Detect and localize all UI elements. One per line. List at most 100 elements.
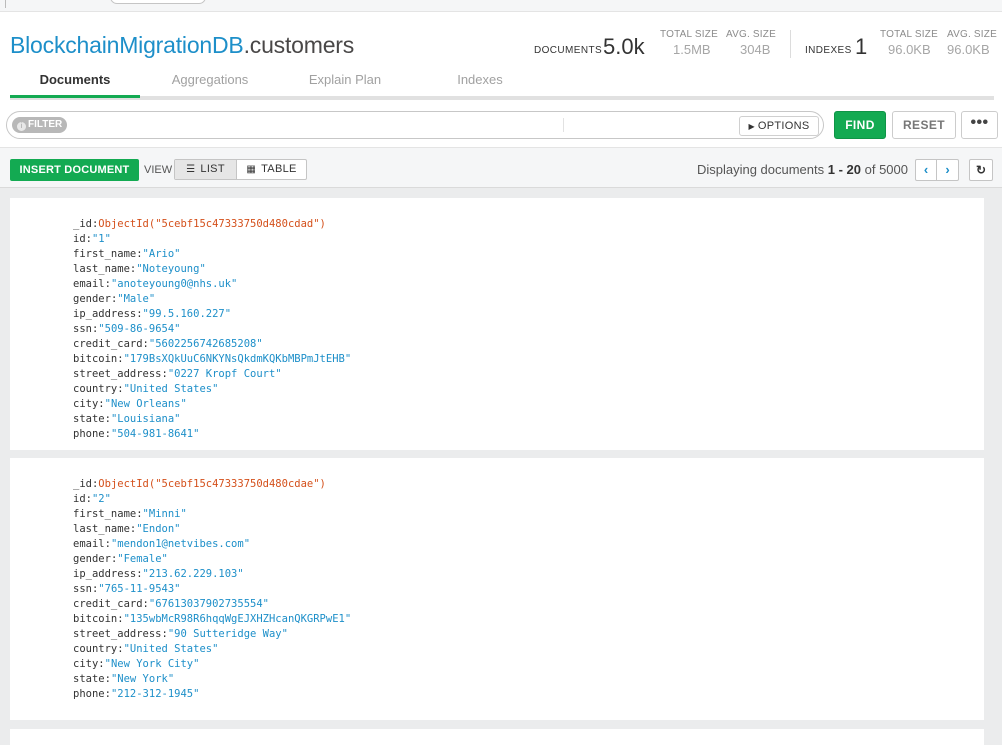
previous-page-button[interactable]: ‹ <box>915 159 937 181</box>
field-key: ip_address <box>73 308 137 320</box>
info-icon: i <box>17 122 26 131</box>
document-field-row[interactable]: street_address:"0227 Kropf Court" <box>73 367 351 382</box>
document-field-row[interactable]: ip_address:"213.62.229.103" <box>73 567 351 582</box>
document-field-row[interactable]: country:"United States" <box>73 382 351 397</box>
more-options-button[interactable]: ••• <box>961 111 998 139</box>
document-fields: _id:ObjectId("5cebf15c47333750d480cdae")… <box>73 477 351 702</box>
filter-chip: i FILTER <box>12 117 68 133</box>
field-value: "Louisiana" <box>110 413 181 425</box>
field-value: "anoteyoung0@nhs.uk" <box>110 278 238 290</box>
field-key: email <box>73 278 105 290</box>
document-field-row[interactable]: phone:"504-981-8641" <box>73 427 351 442</box>
document-field-row[interactable]: country:"United States" <box>73 642 351 657</box>
document-field-row[interactable]: gender:"Female" <box>73 552 351 567</box>
document-field-row[interactable]: _id:ObjectId("5cebf15c47333750d480cdad") <box>73 217 351 232</box>
doc-avg-size: 304B <box>740 42 771 57</box>
tab-documents[interactable]: Documents <box>10 70 140 98</box>
document-field-row[interactable]: ssn:"509-86-9654" <box>73 322 351 337</box>
document-card[interactable] <box>10 729 984 745</box>
document-field-row[interactable]: state:"Louisiana" <box>73 412 351 427</box>
idx-total-size-label: TOTAL SIZE <box>880 29 938 40</box>
doc-total-size-label: TOTAL SIZE <box>660 29 718 40</box>
document-field-row[interactable]: bitcoin:"179BsXQkUuC6NKYNsQkdmKQKbMBPmJt… <box>73 352 351 367</box>
document-field-row[interactable]: phone:"212-312-1945" <box>73 687 351 702</box>
next-page-button[interactable]: › <box>937 159 959 181</box>
filter-label: FILTER <box>28 119 63 130</box>
document-field-row[interactable]: last_name:"Noteyoung" <box>73 262 351 277</box>
field-key: country <box>73 643 118 655</box>
paging-total: 5000 <box>879 162 908 177</box>
field-value: "Minni" <box>142 508 187 520</box>
table-label: TABLE <box>261 163 297 175</box>
filter-divider <box>563 118 564 132</box>
document-field-row[interactable]: city:"New York City" <box>73 657 351 672</box>
field-value: "99.5.160.227" <box>142 308 232 320</box>
document-field-row[interactable]: credit_card:"5602256742685208" <box>73 337 351 352</box>
options-button[interactable]: ▶ OPTIONS <box>739 116 819 136</box>
tab-aggregations[interactable]: Aggregations <box>145 70 275 98</box>
find-button[interactable]: FIND <box>834 111 886 139</box>
document-field-row[interactable]: ip_address:"99.5.160.227" <box>73 307 351 322</box>
table-icon: ▦ <box>246 164 257 175</box>
list-view-button[interactable]: ☰ LIST <box>175 160 237 179</box>
tab-explain-plan[interactable]: Explain Plan <box>280 70 410 98</box>
idx-total-size: 96.0KB <box>888 42 931 57</box>
database-name-link[interactable]: BlockchainMigrationDB <box>10 32 244 58</box>
insert-document-button[interactable]: INSERT DOCUMENT <box>10 159 139 181</box>
field-key: last_name <box>73 263 130 275</box>
field-value: "Noteyoung" <box>136 263 206 275</box>
document-field-row[interactable]: street_address:"90 Sutteridge Way" <box>73 627 351 642</box>
document-field-row[interactable]: email:"anoteyoung0@nhs.uk" <box>73 277 351 292</box>
document-field-row[interactable]: id:"1" <box>73 232 351 247</box>
document-field-row[interactable]: ssn:"765-11-9543" <box>73 582 351 597</box>
indexes-count: 1 <box>855 34 868 59</box>
reset-button[interactable]: RESET <box>892 111 956 139</box>
document-field-row[interactable]: bitcoin:"135wbMcR98R6hqqWgEJXHZHcanQKGRP… <box>73 612 351 627</box>
field-key: state <box>73 413 105 425</box>
field-key: email <box>73 538 105 550</box>
field-key: ip_address <box>73 568 137 580</box>
document-field-row[interactable]: id:"2" <box>73 492 351 507</box>
chevron-right-icon: › <box>945 162 950 177</box>
field-value: "765-11-9543" <box>98 583 181 595</box>
document-field-row[interactable]: credit_card:"67613037902735554" <box>73 597 351 612</box>
field-value: ObjectId("5cebf15c47333750d480cdad") <box>98 218 326 230</box>
caret-right-icon: ▶ <box>748 122 755 131</box>
refresh-button[interactable]: ↻ <box>969 159 993 181</box>
document-field-row[interactable]: email:"mendon1@netvibes.com" <box>73 537 351 552</box>
field-key: first_name <box>73 248 137 260</box>
document-field-row[interactable]: city:"New Orleans" <box>73 397 351 412</box>
view-switcher: ☰ LIST ▦ TABLE <box>174 159 307 180</box>
field-value: "5602256742685208" <box>148 338 263 350</box>
document-field-row[interactable]: gender:"Male" <box>73 292 351 307</box>
collection-name: .customers <box>243 32 355 58</box>
field-value: "Endon" <box>136 523 181 535</box>
document-card[interactable]: _id:ObjectId("5cebf15c47333750d480cdad")… <box>10 198 984 450</box>
top-strip-control[interactable] <box>110 0 206 4</box>
document-field-row[interactable]: first_name:"Ario" <box>73 247 351 262</box>
document-field-row[interactable]: _id:ObjectId("5cebf15c47333750d480cdae") <box>73 477 351 492</box>
list-label: LIST <box>200 163 225 175</box>
filter-input[interactable]: i FILTER ▶ OPTIONS <box>6 111 824 139</box>
field-value: "New York City" <box>104 658 200 670</box>
documents-label: DOCUMENTS <box>534 45 603 56</box>
document-field-row[interactable]: state:"New York" <box>73 672 351 687</box>
field-key: id <box>73 233 86 245</box>
document-field-row[interactable]: first_name:"Minni" <box>73 507 351 522</box>
paging-of: of <box>861 162 880 177</box>
document-field-row[interactable]: last_name:"Endon" <box>73 522 351 537</box>
table-view-button[interactable]: ▦ TABLE <box>237 160 306 179</box>
document-card[interactable]: _id:ObjectId("5cebf15c47333750d480cdae")… <box>10 458 984 720</box>
scrollbar-track[interactable] <box>991 190 1001 745</box>
field-key: state <box>73 673 105 685</box>
field-value: "United States" <box>123 643 219 655</box>
tab-indexes[interactable]: Indexes <box>415 70 545 98</box>
field-value: "United States" <box>123 383 219 395</box>
field-key: _id <box>73 478 92 490</box>
options-label: OPTIONS <box>757 120 810 132</box>
field-value: "212-312-1945" <box>110 688 200 700</box>
chevron-left-icon: ‹ <box>923 162 929 177</box>
field-key: city <box>73 398 99 410</box>
field-key: street_address <box>73 368 162 380</box>
field-value: "509-86-9654" <box>98 323 181 335</box>
